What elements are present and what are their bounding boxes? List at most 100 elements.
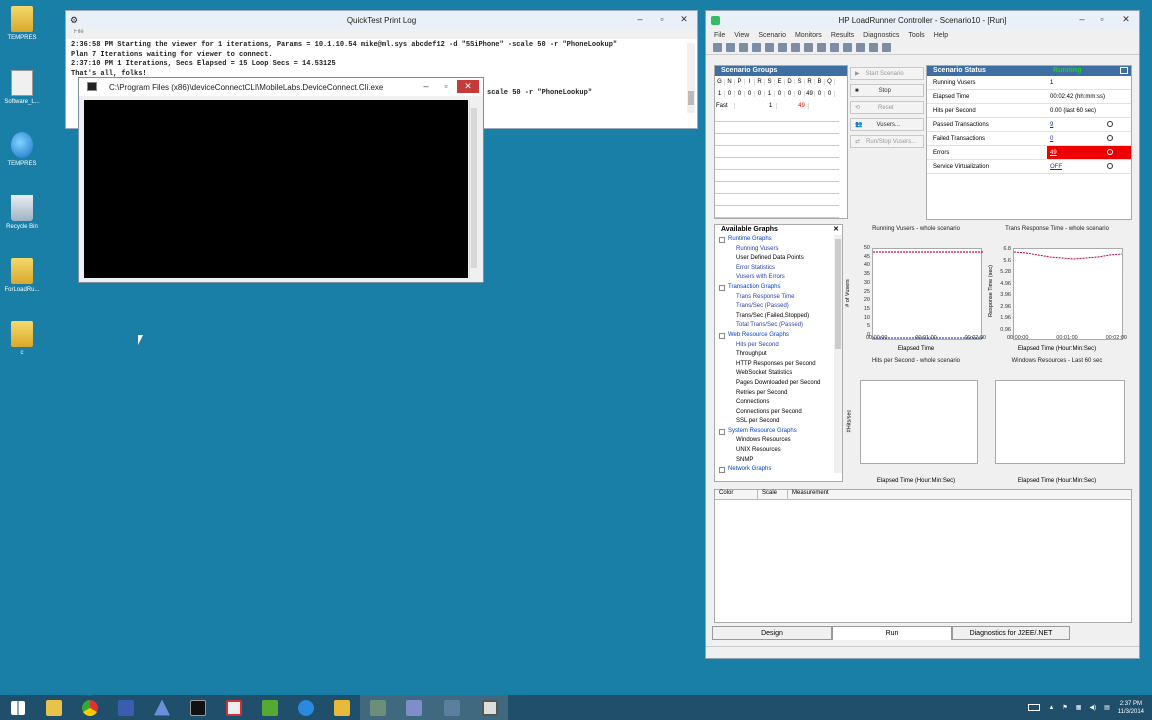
quicktest-titlebar[interactable]: ⚙ QuickTest Print Log – ▫ ✕ xyxy=(66,11,697,29)
analysis-icon[interactable] xyxy=(817,43,826,52)
menu-scenario[interactable]: Scenario xyxy=(758,32,786,39)
vusers-icon[interactable] xyxy=(778,43,787,52)
graph-category[interactable]: Transaction Graphs xyxy=(728,283,780,293)
taskbar-app-6[interactable] xyxy=(216,695,252,720)
graph-item[interactable]: HTTP Responses per Second xyxy=(719,360,842,370)
menu-file[interactable]: File xyxy=(66,29,697,39)
collapse-icon[interactable] xyxy=(719,428,725,435)
open-icon[interactable] xyxy=(726,43,735,52)
graph-item[interactable]: Trans Response Time xyxy=(719,293,842,303)
close-button[interactable]: ✕ xyxy=(1115,13,1137,26)
graph-item[interactable]: Trans/Sec (Passed) xyxy=(719,302,842,312)
magnifier-icon[interactable] xyxy=(1107,163,1113,169)
graph-item[interactable]: Throughput xyxy=(719,350,842,360)
menu-monitors[interactable]: Monitors xyxy=(795,32,822,39)
close-button[interactable]: ✕ xyxy=(457,80,479,93)
collapse-icon[interactable] xyxy=(719,467,725,474)
close-icon[interactable]: ✕ xyxy=(833,225,839,235)
network-icon[interactable] xyxy=(882,43,891,52)
taskbar-app-3[interactable] xyxy=(108,695,144,720)
desktop-icon-forloadrunner[interactable]: ForLoadRu... xyxy=(3,258,41,293)
loadrunner-window[interactable]: HP LoadRunner Controller - Scenario10 - … xyxy=(705,10,1140,659)
scroll-thumb[interactable] xyxy=(471,108,477,268)
language-icon[interactable]: ▤ xyxy=(1104,704,1110,711)
menu-help[interactable]: Help xyxy=(934,32,948,39)
monitor-icon[interactable] xyxy=(791,43,800,52)
minimize-button[interactable]: – xyxy=(1071,13,1093,26)
keyboard-icon[interactable] xyxy=(1028,704,1041,711)
desktop-icon-c[interactable]: c xyxy=(3,321,41,356)
magnifier-icon[interactable] xyxy=(1107,149,1113,155)
desktop-icon-ie-tempres[interactable]: TEMPRES xyxy=(3,132,41,167)
scroll-thumb[interactable] xyxy=(688,91,694,105)
menu-tools[interactable]: Tools xyxy=(908,32,924,39)
graph-windows-resources[interactable]: Windows Resources - Last 60 sec Elapsed … xyxy=(987,356,1127,484)
graph-item[interactable]: Hits per Second xyxy=(719,341,842,351)
collapse-icon[interactable] xyxy=(719,284,725,291)
graph-item[interactable]: Trans/Sec (Failed,Stopped) xyxy=(719,312,842,322)
run-stop-vusers-button[interactable]: ⇄ Run/Stop Vusers... xyxy=(850,135,924,148)
taskbar-cmd[interactable] xyxy=(180,695,216,720)
popout-icon[interactable] xyxy=(1120,67,1128,74)
tab-run[interactable]: Run xyxy=(832,626,952,640)
desktop-icon-software[interactable]: Software_L... xyxy=(3,70,41,105)
lock-icon[interactable] xyxy=(869,43,878,52)
close-button[interactable]: ✕ xyxy=(673,13,695,26)
graph-category[interactable]: System Resource Graphs xyxy=(728,427,797,437)
desktop-icon-tempres[interactable]: TEMPRES xyxy=(3,6,41,41)
graph-category[interactable]: Web Resource Graphs xyxy=(728,331,789,341)
network-icon[interactable]: ▦ xyxy=(1076,704,1082,711)
log-scrollbar[interactable] xyxy=(687,43,695,113)
clock[interactable]: 2:37 PM 11/3/2014 xyxy=(1118,700,1144,716)
start-icon[interactable] xyxy=(752,43,761,52)
graph-tree-scrollbar[interactable] xyxy=(834,235,842,473)
graph-item[interactable]: User Defined Data Points xyxy=(719,254,842,264)
graph-item[interactable]: UNIX Resources xyxy=(719,446,842,456)
graph-item[interactable]: Vusers with Errors xyxy=(719,273,842,283)
refresh-icon[interactable] xyxy=(843,43,852,52)
console-scrollbar[interactable] xyxy=(469,100,478,278)
graph-trans-response-time[interactable]: Trans Response Time - whole scenario 6.8… xyxy=(987,224,1127,352)
collapse-icon[interactable] xyxy=(719,236,725,243)
graph-category[interactable]: Runtime Graphs xyxy=(728,235,772,245)
graph-item[interactable]: SSL per Second xyxy=(719,417,842,427)
scroll-thumb[interactable] xyxy=(835,239,841,349)
graph-running-vusers[interactable]: Running Vusers - whole scenario 50 45 40… xyxy=(845,224,986,352)
taskbar-explorer[interactable] xyxy=(36,695,72,720)
graph-item[interactable]: Error Statistics xyxy=(719,264,842,274)
graph-category[interactable]: Network Graphs xyxy=(728,465,771,475)
flag-icon[interactable]: ⚑ xyxy=(1062,704,1067,711)
taskbar-app-7[interactable] xyxy=(252,695,288,720)
maximize-button[interactable]: ▫ xyxy=(1091,13,1113,26)
taskbar-app-4[interactable] xyxy=(144,695,180,720)
graph-item[interactable]: Running Vusers xyxy=(719,245,842,255)
graph-item[interactable]: WebSocket Statistics xyxy=(719,369,842,379)
menu-file[interactable]: File xyxy=(714,32,725,39)
graph-item[interactable]: Total Trans/Sec (Passed) xyxy=(719,321,842,331)
start-button[interactable] xyxy=(0,695,36,720)
taskbar-app-9[interactable] xyxy=(324,695,360,720)
console-output[interactable] xyxy=(84,100,468,278)
taskbar-chrome[interactable] xyxy=(72,695,108,720)
stop-icon[interactable] xyxy=(765,43,774,52)
menu-diagnostics[interactable]: Diagnostics xyxy=(863,32,899,39)
graph-item[interactable]: Connections xyxy=(719,398,842,408)
filter-icon[interactable] xyxy=(830,43,839,52)
results-icon[interactable] xyxy=(804,43,813,52)
taskbar-console[interactable] xyxy=(472,695,508,720)
graph-item[interactable]: Connections per Second xyxy=(719,408,842,418)
maximize-button[interactable]: ▫ xyxy=(435,80,457,93)
arrow-up-icon[interactable]: ▲ xyxy=(1048,705,1054,711)
start-scenario-button[interactable]: ▶ Start Scenario xyxy=(850,67,924,80)
taskbar-quicktest[interactable] xyxy=(396,695,432,720)
magnifier-icon[interactable] xyxy=(1107,135,1113,141)
save-icon[interactable] xyxy=(739,43,748,52)
graph-item[interactable]: SNMP xyxy=(719,456,842,466)
graph-hits-per-second[interactable]: Hits per Second - whole scenario #Hits/s… xyxy=(846,356,986,484)
minimize-button[interactable]: – xyxy=(415,80,437,93)
maximize-button[interactable]: ▫ xyxy=(651,13,673,26)
volume-icon[interactable]: ◀) xyxy=(1089,704,1096,711)
taskbar-app-12[interactable] xyxy=(432,695,472,720)
taskbar-loadrunner[interactable] xyxy=(360,695,396,720)
magnifier-icon[interactable] xyxy=(1107,121,1113,127)
